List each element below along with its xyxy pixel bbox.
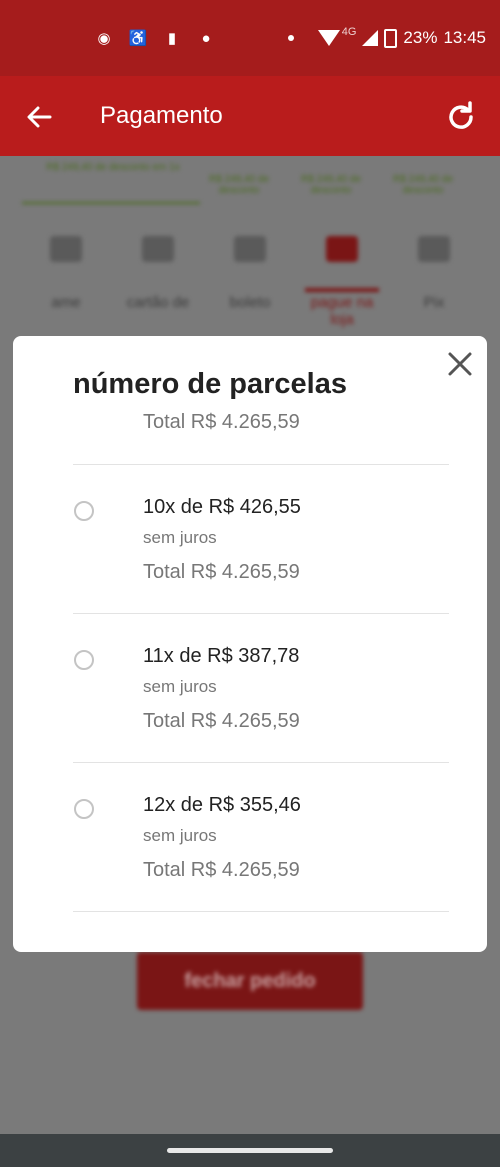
clock: 13:45 — [443, 28, 486, 47]
installment-amount: 11x de R$ 387,78 — [143, 645, 300, 667]
radio-button[interactable] — [74, 799, 94, 819]
promo-label: R$ 249,40 de desconto — [392, 174, 454, 196]
installment-option-11x[interactable]: 11x de R$ 387,78 sem juros Total R$ 4.26… — [73, 615, 449, 763]
status-bar: ◉ ♿ ▮ ● 4G 23% 13:45 — [0, 0, 500, 76]
selected-tab-indicator — [305, 288, 379, 292]
option-total: Total R$ 4.265,59 — [143, 859, 300, 881]
tab-label: cartão de — [126, 294, 190, 311]
back-arrow-icon[interactable] — [24, 102, 54, 132]
option-total: Total R$ 4.265,59 — [143, 561, 300, 583]
option-total: Total R$ 4.265,59 — [143, 710, 300, 732]
battery-percent: 23% — [403, 28, 438, 47]
refresh-icon[interactable] — [444, 100, 478, 134]
divider — [73, 911, 449, 912]
wifi-icon — [317, 30, 340, 46]
accessibility-icon: ♿ — [128, 30, 148, 47]
installments-modal: número de parcelas Total R$ 4.265,59 10x… — [13, 336, 487, 952]
network-type: 4G — [341, 26, 357, 38]
divider — [73, 613, 449, 614]
signal-icon — [362, 30, 379, 46]
store-icon — [326, 236, 358, 262]
ame-icon — [50, 236, 82, 262]
tab-label: ame — [51, 294, 81, 311]
app-header: Pagamento — [0, 76, 500, 156]
boleto-icon — [234, 236, 266, 262]
radio-button[interactable] — [74, 501, 94, 521]
interest-label: sem juros — [143, 826, 217, 845]
modal-total: Total R$ 4.265,59 — [143, 411, 300, 433]
system-nav-bar — [0, 1134, 500, 1167]
home-gesture-handle[interactable] — [167, 1148, 333, 1153]
installment-amount: 12x de R$ 355,46 — [143, 794, 301, 816]
promo-label: R$ 249,40 de desconto — [208, 174, 270, 196]
credit-card-icon — [142, 236, 174, 262]
close-icon[interactable] — [447, 351, 473, 377]
system-status: 4G 23% 13:45 — [287, 26, 486, 48]
battery-saver-icon: ▮ — [167, 30, 177, 47]
tab-ame[interactable]: ame — [26, 236, 106, 311]
page-title: Pagamento — [100, 102, 223, 129]
radio-button[interactable] — [74, 650, 94, 670]
tab-label: boleto — [229, 294, 271, 311]
interest-label: sem juros — [143, 677, 217, 696]
tab-card[interactable]: cartão de — [118, 236, 198, 311]
interest-label: sem juros — [143, 528, 217, 547]
promo-label: R$ 249,40 de desconto — [300, 174, 362, 196]
chat-icon: ● — [201, 29, 211, 47]
divider — [73, 464, 449, 465]
close-order-button[interactable]: fechar pedido — [137, 952, 363, 1010]
divider — [73, 762, 449, 763]
tab-label: Pix — [423, 294, 445, 311]
tab-store-pickup[interactable]: pague na loja — [302, 236, 382, 328]
notification-icons: ◉ ♿ ▮ ● — [94, 28, 216, 48]
notification-dot-icon — [287, 35, 294, 41]
installment-option-12x[interactable]: 12x de R$ 355,46 sem juros Total R$ 4.26… — [73, 764, 449, 912]
installment-amount: 10x de R$ 426,55 — [143, 496, 301, 518]
pix-icon — [418, 236, 450, 262]
tab-boleto[interactable]: boleto — [210, 236, 290, 311]
installment-option-10x[interactable]: 10x de R$ 426,55 sem juros Total R$ 4.26… — [73, 466, 449, 614]
tab-pix[interactable]: Pix — [394, 236, 474, 311]
modal-title: número de parcelas — [73, 368, 347, 400]
tab-label: pague na loja — [310, 294, 374, 328]
promo-label: R$ 249,40 de desconto em 1x — [46, 162, 180, 173]
ublock-icon: ◉ — [97, 30, 111, 47]
promo-underline — [22, 202, 200, 204]
battery-icon — [384, 28, 398, 48]
